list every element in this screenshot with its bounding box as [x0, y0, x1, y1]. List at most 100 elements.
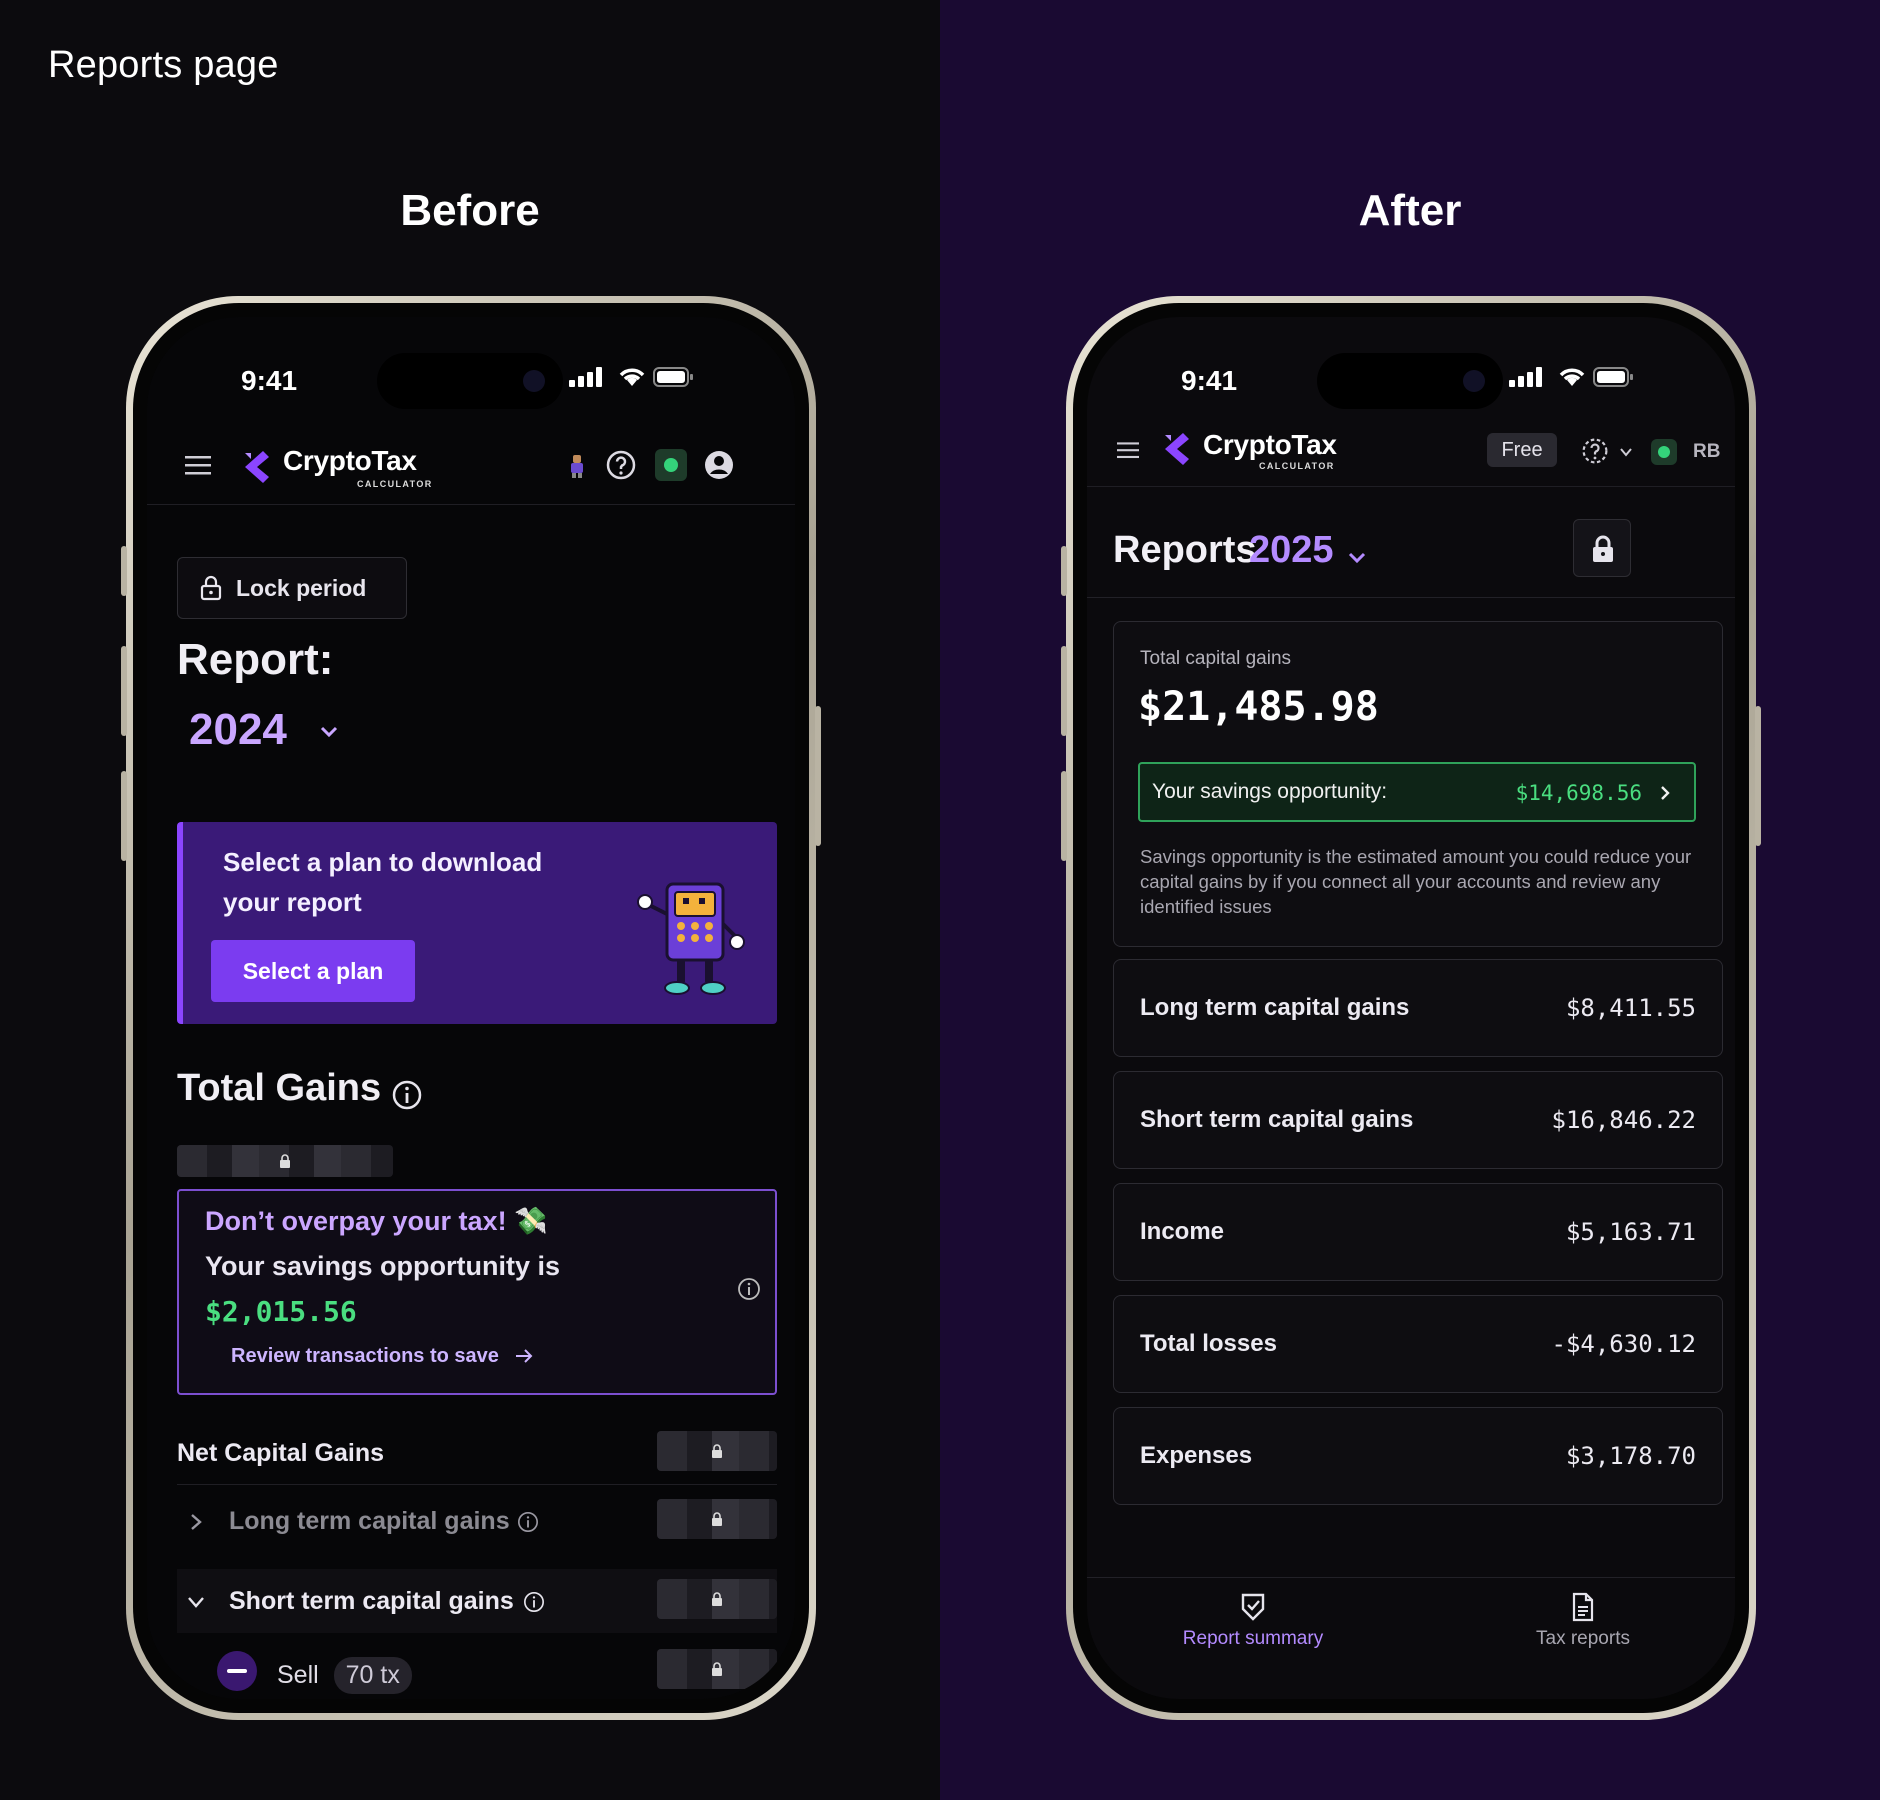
- logo-text: CryptoTax: [1203, 429, 1337, 460]
- lock-icon: [1593, 535, 1613, 562]
- status-time: 9:41: [241, 365, 298, 396]
- logo-icon[interactable]: [1155, 427, 1199, 471]
- sync-status-indicator[interactable]: [655, 449, 687, 481]
- avatar-character-icon[interactable]: [567, 453, 587, 479]
- dynamic-island: [1317, 353, 1503, 409]
- tab-report-summary[interactable]: Report summary: [1103, 1592, 1403, 1650]
- long-term-row[interactable]: Long term capital gains: [177, 1489, 777, 1553]
- logo-text: CryptoTax: [283, 445, 417, 476]
- menu-icon[interactable]: [1117, 441, 1139, 459]
- savings-text: Your savings opportunity is: [205, 1251, 561, 1281]
- battery-icon: [1593, 367, 1633, 387]
- info-icon[interactable]: [517, 1511, 539, 1533]
- plan-banner-text: Select a plan to download your report: [223, 847, 543, 917]
- app-header: CryptoTax CALCULATOR: [147, 425, 795, 505]
- row-value: $5,163.71: [1565, 1218, 1696, 1246]
- document-icon: [1572, 1592, 1594, 1622]
- info-icon[interactable]: [523, 1591, 545, 1613]
- row-value: $3,178.70: [1565, 1442, 1696, 1470]
- logo-subtext: CALCULATOR: [1259, 461, 1335, 471]
- page-caption: Reports page: [48, 44, 279, 86]
- hidden-value: [657, 1499, 777, 1539]
- before-screen: 9:41 CryptoTax CALCULATOR Lock period Re…: [147, 317, 795, 1699]
- logo-subtext: CALCULATOR: [357, 479, 433, 489]
- net-capital-gains-row: Net Capital Gains: [177, 1421, 777, 1485]
- page-title: Reports: [1113, 529, 1257, 571]
- row-label: Income: [1140, 1218, 1225, 1245]
- menu-icon[interactable]: [185, 455, 211, 475]
- lock-icon: [280, 1154, 290, 1168]
- status-bar: 9:41: [147, 317, 795, 427]
- report-year-select[interactable]: 2024: [189, 705, 287, 755]
- review-transactions-label: Review transactions to save: [231, 1345, 499, 1367]
- savings-amount: $2,015.56: [205, 1295, 357, 1328]
- before-heading: Before: [400, 186, 540, 235]
- tx-count-badge: 70 tx: [333, 1657, 412, 1694]
- minus-icon: [217, 1651, 257, 1691]
- savings-opportunity-button[interactable]: Your savings opportunity: $14,698.56: [1138, 762, 1696, 822]
- long-term-capital-gains-row[interactable]: Long term capital gains $8,411.55: [1113, 959, 1723, 1057]
- net-capital-gains-label: Net Capital Gains: [177, 1439, 384, 1467]
- savings-opportunity-card: Don’t overpay your tax! 💸 Your savings o…: [177, 1189, 777, 1395]
- total-capital-gains-value: $21,485.98: [1138, 684, 1379, 730]
- chevron-right-icon: [1661, 786, 1670, 800]
- help-icon[interactable]: [1581, 437, 1609, 465]
- plan-badge[interactable]: Free: [1487, 433, 1557, 467]
- lock-period-button[interactable]: [1573, 519, 1631, 577]
- row-label: Total losses: [1140, 1330, 1277, 1357]
- signal-icon: [569, 367, 602, 387]
- year-select[interactable]: 2025: [1249, 529, 1334, 572]
- bottom-tab-bar: Report summary Tax reports: [1087, 1577, 1735, 1697]
- short-term-label: Short term capital gains: [229, 1587, 514, 1615]
- total-losses-row[interactable]: Total losses -$4,630.12: [1113, 1295, 1723, 1393]
- arrow-right-icon: [516, 1349, 533, 1363]
- sell-row-label: Sell 70 tx: [277, 1657, 412, 1694]
- tab-label: Report summary: [1182, 1628, 1324, 1649]
- chevron-down-icon[interactable]: [317, 719, 341, 743]
- income-row[interactable]: Income $5,163.71: [1113, 1183, 1723, 1281]
- savings-note: Savings opportunity is the estimated amo…: [1140, 846, 1692, 917]
- lock-period-button[interactable]: Lock period: [177, 557, 407, 619]
- wifi-icon: [1559, 368, 1585, 386]
- chevron-down-icon[interactable]: [187, 1595, 205, 1609]
- shield-check-icon: [1241, 1593, 1265, 1621]
- sell-row[interactable]: Sell 70 tx: [177, 1639, 777, 1699]
- expenses-row[interactable]: Expenses $3,178.70: [1113, 1407, 1723, 1505]
- chevron-right-icon[interactable]: [189, 1513, 203, 1531]
- lock-icon: [200, 575, 222, 601]
- row-value: $16,846.22: [1551, 1106, 1697, 1134]
- lock-icon: [712, 1662, 722, 1676]
- total-capital-gains-label: Total capital gains: [1140, 648, 1292, 669]
- before-panel: Reports page Before 9:41 CryptoTax CALCU…: [0, 0, 940, 1800]
- help-icon[interactable]: [605, 449, 637, 481]
- status-time: 9:41: [1181, 365, 1238, 396]
- status-bar: 9:41: [1087, 317, 1735, 427]
- review-transactions-link[interactable]: Review transactions to save: [231, 1345, 534, 1368]
- app-header: CryptoTax CALCULATOR Free RB: [1087, 413, 1735, 487]
- robot-mascot-icon: [637, 882, 745, 995]
- report-label: Report:: [177, 635, 334, 684]
- tab-tax-reports[interactable]: Tax reports: [1433, 1592, 1733, 1650]
- logo-icon[interactable]: [235, 445, 279, 489]
- info-icon[interactable]: [737, 1277, 761, 1301]
- info-icon[interactable]: [391, 1079, 423, 1111]
- long-term-label: Long term capital gains: [229, 1507, 510, 1535]
- account-icon[interactable]: [703, 449, 735, 481]
- after-phone: 9:41 CryptoTax CALCULATOR Free RB Report…: [1061, 296, 1761, 1720]
- row-label: Short term capital gains: [1140, 1106, 1414, 1133]
- sell-label: Sell: [277, 1661, 319, 1689]
- chevron-down-icon[interactable]: [1619, 445, 1633, 459]
- user-initials[interactable]: RB: [1693, 441, 1720, 463]
- short-term-row[interactable]: Short term capital gains: [177, 1569, 777, 1633]
- battery-icon: [653, 367, 693, 387]
- lock-period-label: Lock period: [236, 574, 367, 601]
- before-phone: 9:41 CryptoTax CALCULATOR Lock period Re…: [121, 296, 821, 1720]
- tab-label: Tax reports: [1536, 1628, 1630, 1649]
- select-plan-button[interactable]: Select a plan: [211, 940, 415, 1002]
- sync-status-indicator[interactable]: [1651, 439, 1677, 465]
- chevron-down-icon[interactable]: [1345, 545, 1369, 569]
- short-term-capital-gains-row[interactable]: Short term capital gains $16,846.22: [1113, 1071, 1723, 1169]
- lock-icon: [712, 1592, 722, 1606]
- savings-headline: Don’t overpay your tax! 💸: [205, 1206, 548, 1236]
- total-gains-hidden-value: [177, 1145, 393, 1177]
